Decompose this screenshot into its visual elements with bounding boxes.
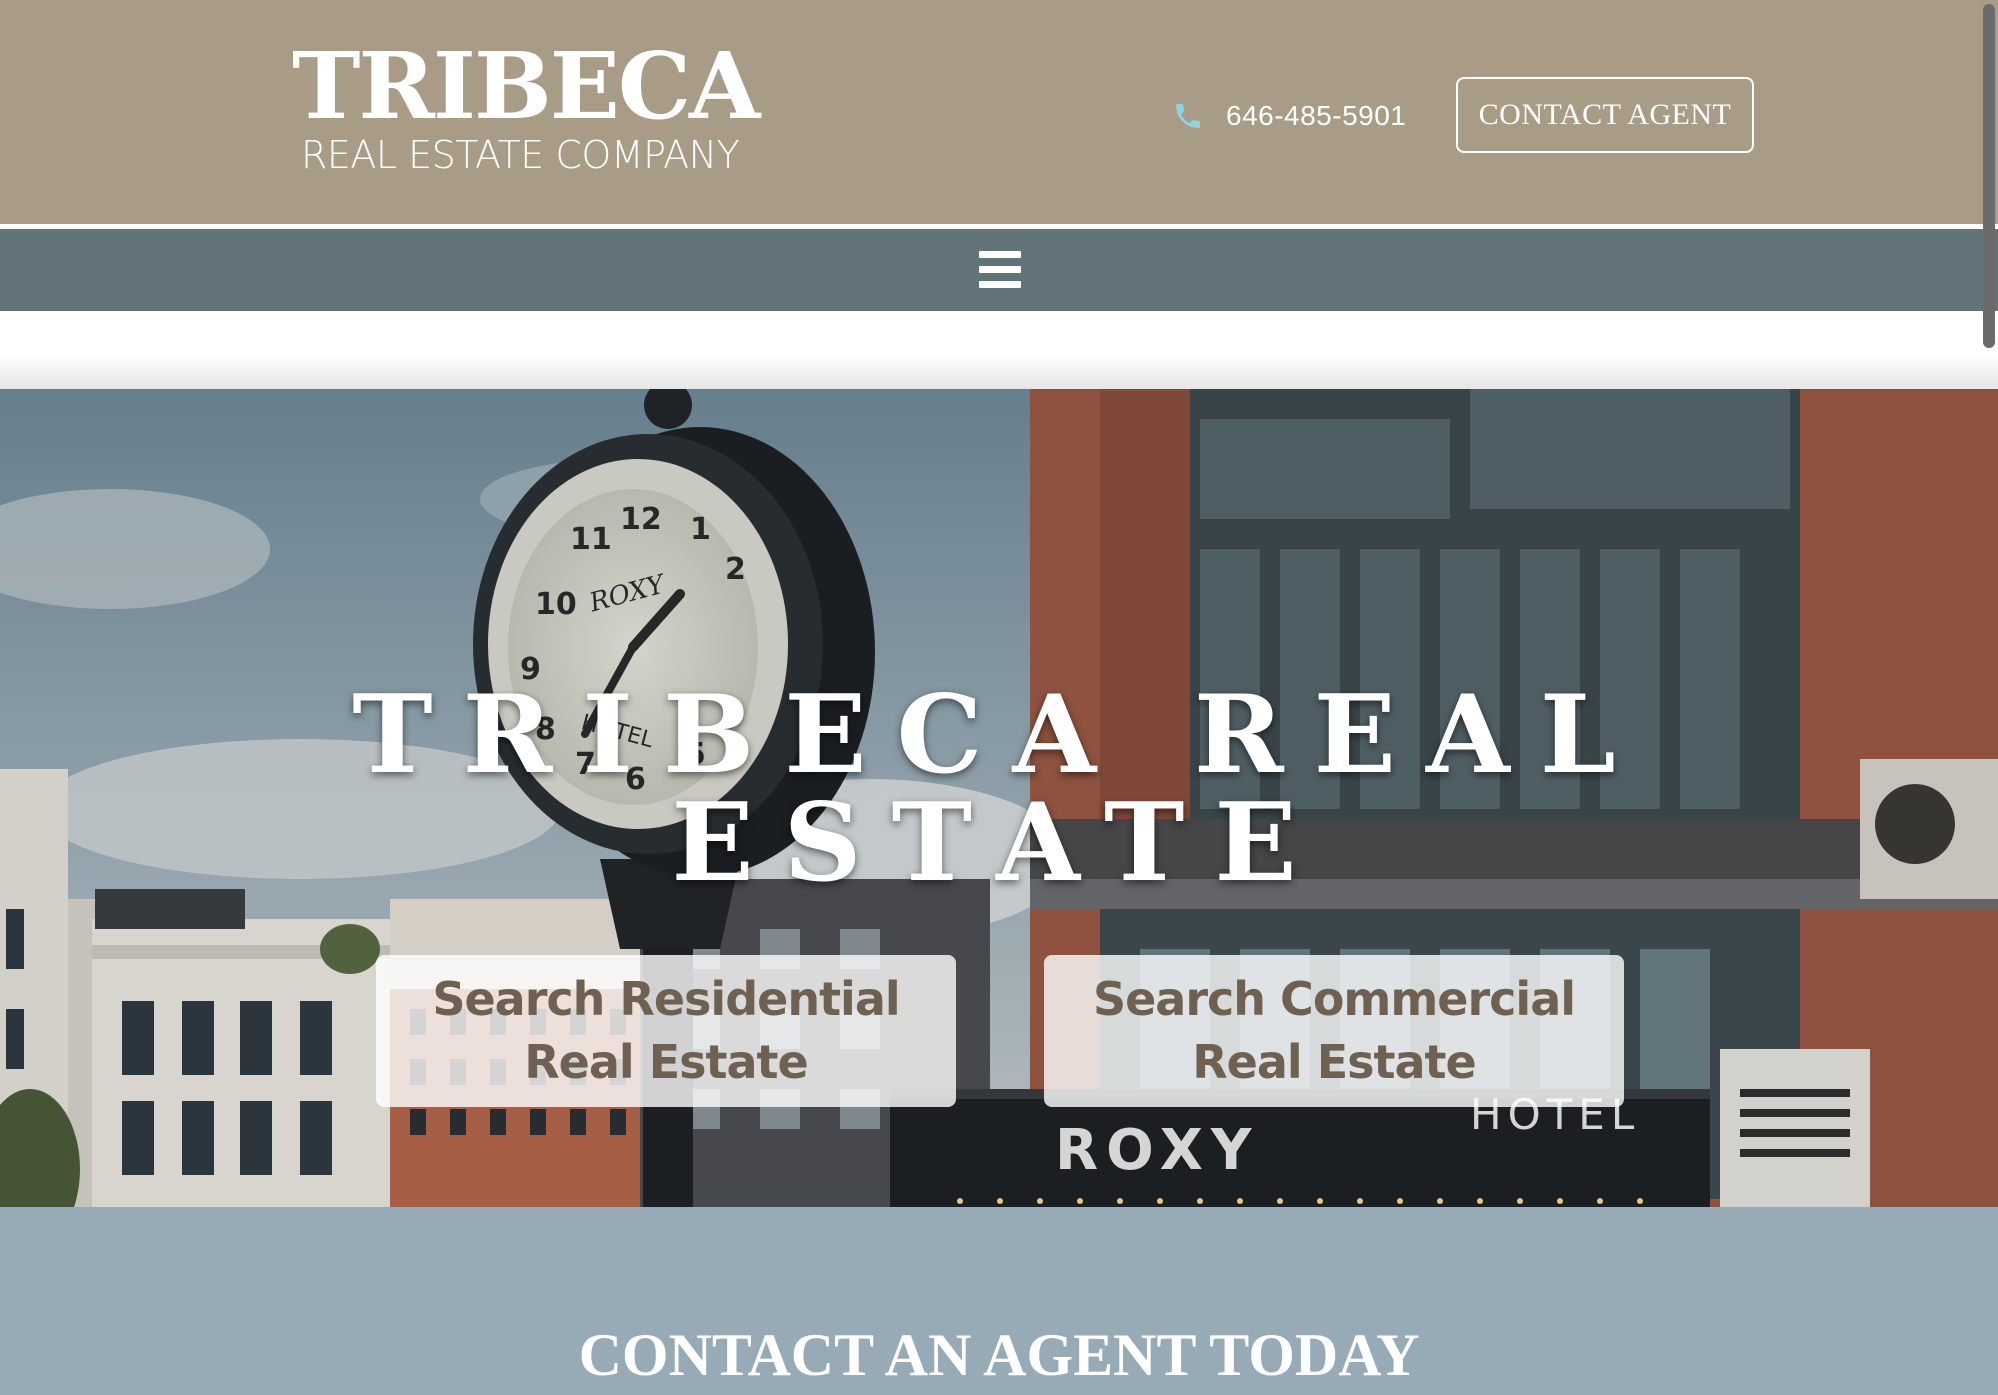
contact-agent-button[interactable]: CONTACT AGENT xyxy=(1456,77,1754,153)
logo-wordmark: TRIBECA xyxy=(292,32,760,140)
contact-section: CONTACT AN AGENT TODAY xyxy=(0,1207,1998,1395)
search-commercial-button[interactable]: Search Commercial Real Estate xyxy=(1044,955,1624,1107)
search-commercial-label: Search Commercial Real Estate xyxy=(1092,972,1576,1089)
site-logo[interactable]: TRIBECA REAL ESTATE COMPANY xyxy=(292,40,760,180)
search-residential-label: Search Residential Real Estate xyxy=(432,972,900,1089)
hero-section: ROXY HOTEL 12 1 2 11 10 9 876 5 ROXY HOT… xyxy=(0,389,1998,1207)
logo-tagline: REAL ESTATE COMPANY xyxy=(301,133,740,177)
phone-icon xyxy=(1176,104,1200,128)
main-nav xyxy=(0,229,1998,311)
phone-link[interactable]: 646-485-5901 xyxy=(1172,94,1406,138)
search-residential-button[interactable]: Search Residential Real Estate xyxy=(376,955,956,1107)
contact-heading: CONTACT AN AGENT TODAY xyxy=(578,1321,1420,1388)
site-header: TRIBECA REAL ESTATE COMPANY 646-485-5901… xyxy=(0,0,1998,224)
nav-spacer xyxy=(0,311,1998,389)
hamburger-menu-icon[interactable] xyxy=(979,251,1021,289)
scrollbar[interactable] xyxy=(1983,4,1995,348)
hero-title: TRIBECA REAL ESTATE xyxy=(352,672,1646,907)
phone-number: 646-485-5901 xyxy=(1226,100,1407,131)
